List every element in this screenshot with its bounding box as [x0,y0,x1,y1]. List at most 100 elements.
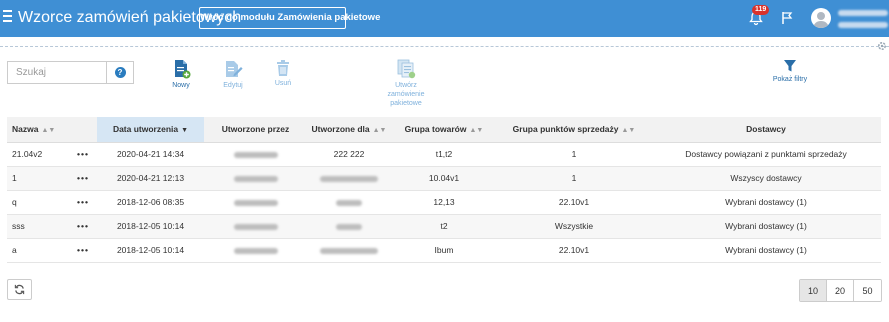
row-actions-menu[interactable]: ••• [69,190,97,215]
cell-created-for-redacted [307,166,391,191]
top-bar: Wzorce zamówień pakietowych Wróć do modu… [0,0,889,37]
cell-created-for-redacted [307,238,391,263]
cell-created-by-redacted [204,166,307,191]
create-button-label-1: Utwórz [395,82,417,89]
show-filters-button[interactable]: Pokaż filtry [765,59,815,84]
refresh-button[interactable] [7,279,32,300]
show-filters-label: Pokaż filtry [772,76,808,83]
column-header-pos-group[interactable]: Grupa punktów sprzedaży ▲▼ [497,117,651,143]
filter-icon [784,60,796,72]
cell-name: 1 [7,166,69,191]
table-row[interactable]: sss ••• 2018-12-05 10:14 t2 Wszystkie Wy… [7,214,881,239]
table-row[interactable]: 1 ••• 2020-04-21 12:13 10.04v1 1 Wszyscy… [7,166,881,191]
cell-name: a [7,238,69,263]
create-package-order-button[interactable]: Utwórz zamówienie pakietowe [383,59,429,108]
cell-product-group: 10.04v1 [391,166,497,191]
create-order-icon [397,59,416,79]
row-actions-menu[interactable]: ••• [69,142,97,167]
user-role-redacted [838,22,888,28]
page-size-20-button[interactable]: 20 [827,280,854,301]
trash-icon [277,60,289,76]
sort-icon: ▲▼ [372,127,387,135]
sort-desc-icon: ▼ [181,127,189,135]
cell-date: 2020-04-21 12:13 [97,166,204,191]
divider [0,46,889,47]
column-header-actions [69,117,97,143]
refresh-icon [14,284,25,295]
row-actions-menu[interactable]: ••• [69,238,97,263]
search-input[interactable] [7,61,107,84]
edit-document-icon [226,61,243,77]
cell-pos-group: 1 [497,142,651,167]
cell-product-group: t1,t2 [391,142,497,167]
column-header-name[interactable]: Nazwa ▲▼ [7,117,69,143]
gear-icon[interactable] [876,40,888,52]
column-header-created-date[interactable]: Data utworzenia ▼ [97,117,204,143]
help-icon: ? [114,67,126,78]
page-size-50-button[interactable]: 50 [854,280,881,301]
more-icon: ••• [77,197,89,207]
cell-suppliers: Wybrani dostawcy (1) [651,214,881,239]
column-header-suppliers: Dostawcy [651,117,881,143]
cell-pos-group: 22.10v1 [497,190,651,215]
more-icon: ••• [77,221,89,231]
back-to-module-button[interactable]: Wróć do modułu Zamówienia pakietowe [199,7,380,29]
cell-product-group: Ibum [391,238,497,263]
delete-button-label: Usuń [274,80,292,87]
cell-pos-group: 1 [497,166,651,191]
cell-name: sss [7,214,69,239]
menu-icon[interactable] [3,10,12,22]
cell-product-group: 12,13 [391,190,497,215]
cell-created-by-redacted [204,238,307,263]
edit-button-label: Edytuj [223,82,243,89]
table-row[interactable]: 21.04v2 ••• 2020-04-21 14:34 222 222 t1,… [7,142,881,167]
create-button-label-2: zamówienie [387,91,425,98]
cell-date: 2020-04-21 14:34 [97,142,204,167]
page-size-10-button[interactable]: 10 [800,280,827,301]
column-header-created-for[interactable]: Utworzone dla ▲▼ [307,117,391,143]
more-icon: ••• [77,245,89,255]
cell-date: 2018-12-05 10:14 [97,214,204,239]
cell-pos-group: Wszystkie [497,214,651,239]
flag-icon[interactable] [780,10,794,26]
cell-product-group: t2 [391,214,497,239]
cell-created-by-redacted [204,142,307,167]
cell-suppliers: Wybrani dostawcy (1) [651,238,881,263]
cell-name: q [7,190,69,215]
notification-badge: 119 [752,5,770,15]
search-help-button[interactable]: ? [107,61,134,84]
table-header-row: Nazwa ▲▼ Data utworzenia ▼ Utworzone przez… [7,117,881,143]
column-header-product-group[interactable]: Grupa towarów ▲▼ [391,117,497,143]
cell-suppliers: Dostawcy powiązani z punktami sprzedaży [651,142,881,167]
table-row[interactable]: a ••• 2018-12-05 10:14 Ibum 22.10v1 Wybr… [7,238,881,263]
cell-created-by-redacted [204,190,307,215]
edit-button[interactable]: Edytuj [216,59,250,90]
cell-suppliers: Wybrani dostawcy (1) [651,190,881,215]
create-button-label-3: pakietowe [390,100,422,107]
cell-date: 2018-12-05 10:14 [97,238,204,263]
sort-icon: ▲▼ [621,127,636,135]
cell-created-for: 222 222 [307,142,391,167]
sort-icon: ▲▼ [41,127,56,135]
cell-name: 21.04v2 [7,142,69,167]
user-icon [813,12,829,28]
cell-created-by-redacted [204,214,307,239]
new-document-icon [175,60,191,79]
cell-suppliers: Wszyscy dostawcy [651,166,881,191]
new-button[interactable]: Nowy [165,59,197,90]
new-button-label: Nowy [172,82,190,89]
delete-button[interactable]: Usuń [268,59,298,88]
row-actions-menu[interactable]: ••• [69,214,97,239]
more-icon: ••• [77,173,89,183]
sort-icon: ▲▼ [469,127,484,135]
page-size-selector: 10 20 50 [799,279,882,302]
templates-table: Nazwa ▲▼ Data utworzenia ▼ Utworzone przez… [7,117,881,263]
cell-date: 2018-12-06 08:35 [97,190,204,215]
table-row[interactable]: q ••• 2018-12-06 08:35 12,13 22.10v1 Wyb… [7,190,881,215]
user-name-redacted [838,10,888,16]
avatar[interactable] [811,8,831,28]
cell-created-for-redacted [307,214,391,239]
more-icon: ••• [77,149,89,159]
row-actions-menu[interactable]: ••• [69,166,97,191]
column-header-created-by[interactable]: Utworzone przez [204,117,307,143]
